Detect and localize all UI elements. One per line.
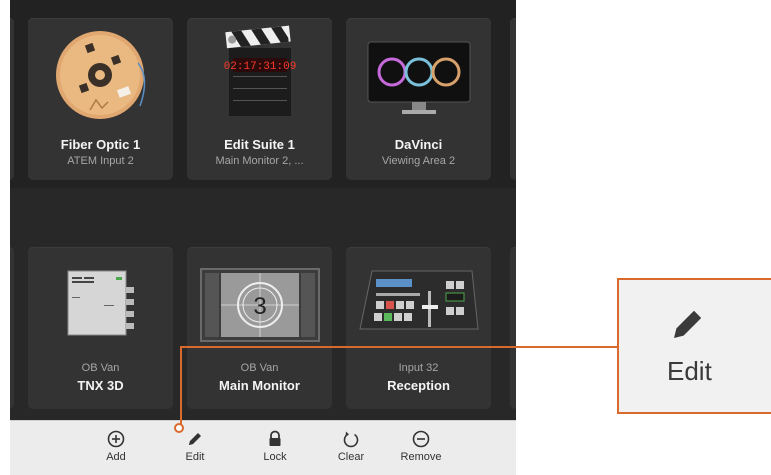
- tile-title: Fiber Optic 1: [60, 137, 141, 152]
- tile-title: Main Monitor: [219, 378, 300, 393]
- refresh-icon: [343, 431, 359, 448]
- tile-reception[interactable]: Input 32 Reception: [346, 247, 491, 409]
- tile-subtitle: ATEM Input 2: [67, 155, 134, 167]
- pencil-icon: [674, 310, 702, 338]
- tile-partial-left: [10, 18, 14, 180]
- lock-icon: [269, 430, 281, 446]
- add-button[interactable]: Add: [86, 427, 146, 471]
- top-section: Fiber Optic 1 ATEM Input 2 02:17:31:09 E…: [10, 0, 516, 188]
- tile-main-monitor[interactable]: 3 OB Van Main Monitor: [187, 247, 332, 409]
- clear-label: Clear: [337, 451, 365, 463]
- callout-label: Edit: [667, 356, 712, 386]
- tile-davinci[interactable]: DaVinci Viewing Area 2: [346, 18, 491, 180]
- tile-partial-right: [510, 247, 516, 409]
- countdown-number: 3: [253, 293, 266, 320]
- lock-button[interactable]: Lock: [245, 427, 305, 471]
- countdown-monitor-icon: 3: [200, 268, 320, 342]
- callout-line: [180, 346, 182, 424]
- fiber-spool-icon: [56, 31, 146, 119]
- tile-partial-left: [10, 247, 14, 409]
- add-circle-icon: [107, 430, 125, 448]
- lock-label: Lock: [263, 451, 287, 463]
- converter-box-icon: [67, 270, 134, 336]
- tile-partial-right: [510, 18, 516, 180]
- tile-edit-suite-1[interactable]: 02:17:31:09 Edit Suite 1 Main Monitor 2,…: [187, 18, 332, 180]
- tile-subtitle: Main Monitor 2, ...: [215, 155, 304, 167]
- edit-button[interactable]: Edit: [165, 427, 225, 471]
- tile-title: Reception: [387, 378, 450, 393]
- tile-subtitle: Viewing Area 2: [381, 155, 456, 167]
- remove-button[interactable]: Remove: [391, 427, 451, 471]
- clapperboard-icon: 02:17:31:09: [224, 25, 297, 116]
- remove-circle-icon: [412, 430, 430, 448]
- switcher-panel-icon: [359, 270, 479, 330]
- color-wheels-monitor-icon: [367, 41, 471, 114]
- tile-title: DaVinci: [394, 137, 443, 152]
- clear-button[interactable]: Clear: [321, 427, 381, 471]
- add-label: Add: [106, 451, 126, 463]
- remove-label: Remove: [400, 451, 442, 463]
- callout-line: [180, 346, 618, 348]
- edit-label: Edit: [185, 451, 205, 463]
- clapper-timecode: 02:17:31:09: [224, 61, 297, 73]
- router-panel: Fiber Optic 1 ATEM Input 2 02:17:31:09 E…: [10, 0, 516, 475]
- tile-group: OB Van: [240, 362, 279, 374]
- tile-group: Input 32: [398, 362, 439, 374]
- bottom-toolbar: Add Edit Lock Clear Remove: [10, 420, 516, 475]
- tile-fiber-optic-1[interactable]: Fiber Optic 1 ATEM Input 2: [28, 18, 173, 180]
- tile-title: TNX 3D: [77, 378, 124, 393]
- pencil-icon: [189, 433, 201, 445]
- bottom-section: OB Van TNX 3D 3 OB Van Main Monitor Inpu…: [10, 188, 516, 420]
- tile-title: Edit Suite 1: [224, 137, 295, 152]
- callout-edit-box: Edit: [617, 278, 771, 414]
- tile-group: OB Van: [81, 362, 120, 374]
- callout-dot: [174, 423, 184, 433]
- tile-tnx-3d[interactable]: OB Van TNX 3D: [28, 247, 173, 409]
